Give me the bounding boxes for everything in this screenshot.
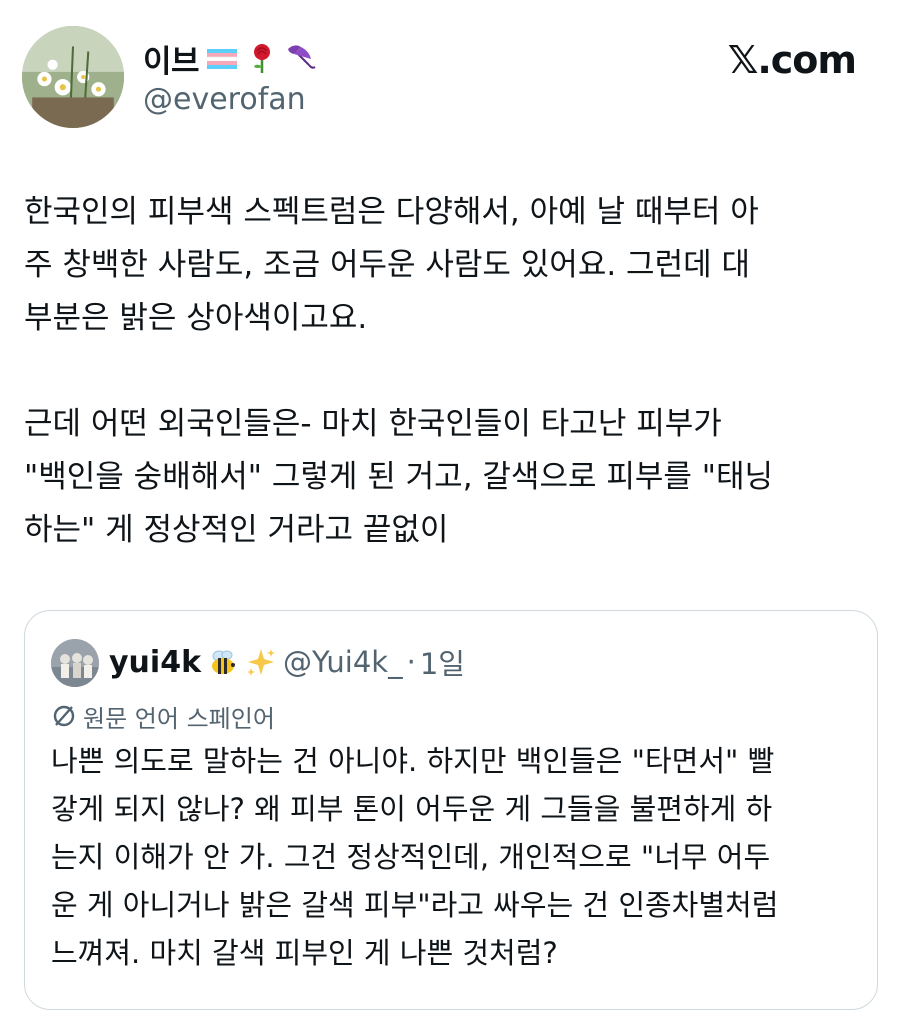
quoted-display-name[interactable]: yui4k bbox=[109, 645, 201, 680]
quoted-author-avatar[interactable] bbox=[51, 639, 99, 687]
tweet-text: 한국인의 피부색 스펙트럼은 다양해서, 아예 날 때부터 아 주 창백한 사람… bbox=[24, 194, 774, 548]
translation-notice[interactable]: 원문 언어 스페인어 bbox=[51, 699, 275, 733]
quoted-tweet-text: 나쁜 의도로 말하는 건 아니야. 하지만 백인들은 "타면서" 빨 갛게 되지… bbox=[51, 744, 779, 970]
quoted-handle[interactable]: @Yui4k_ bbox=[283, 645, 403, 679]
quoted-tweet-card[interactable]: yui4k @Yui4k_ · 1일 원문 언어 스페인어 나쁜 의도로 말하는… bbox=[24, 610, 878, 1010]
sparkles-icon bbox=[245, 646, 277, 678]
bee-icon bbox=[207, 646, 239, 678]
translation-label: 원문 언어 스페인어 bbox=[83, 704, 275, 733]
author-display-name[interactable]: 이브 bbox=[143, 36, 200, 81]
x-com-logo: 𝕏.com bbox=[727, 38, 857, 82]
author-avatar[interactable] bbox=[22, 26, 124, 128]
quoted-header[interactable]: yui4k @Yui4k_ · 1일 bbox=[109, 635, 465, 689]
transgender-flag-icon bbox=[205, 41, 239, 75]
author-handle[interactable]: @everofan bbox=[143, 82, 306, 117]
flowers-avatar-icon bbox=[22, 26, 124, 128]
rose-icon bbox=[245, 41, 279, 75]
translate-icon bbox=[51, 703, 77, 729]
separator-dot: · bbox=[406, 645, 416, 679]
author-display-name-row[interactable]: 이브 bbox=[143, 36, 319, 80]
quoted-timestamp[interactable]: 1일 bbox=[420, 641, 465, 683]
umbrella-icon bbox=[285, 41, 319, 75]
